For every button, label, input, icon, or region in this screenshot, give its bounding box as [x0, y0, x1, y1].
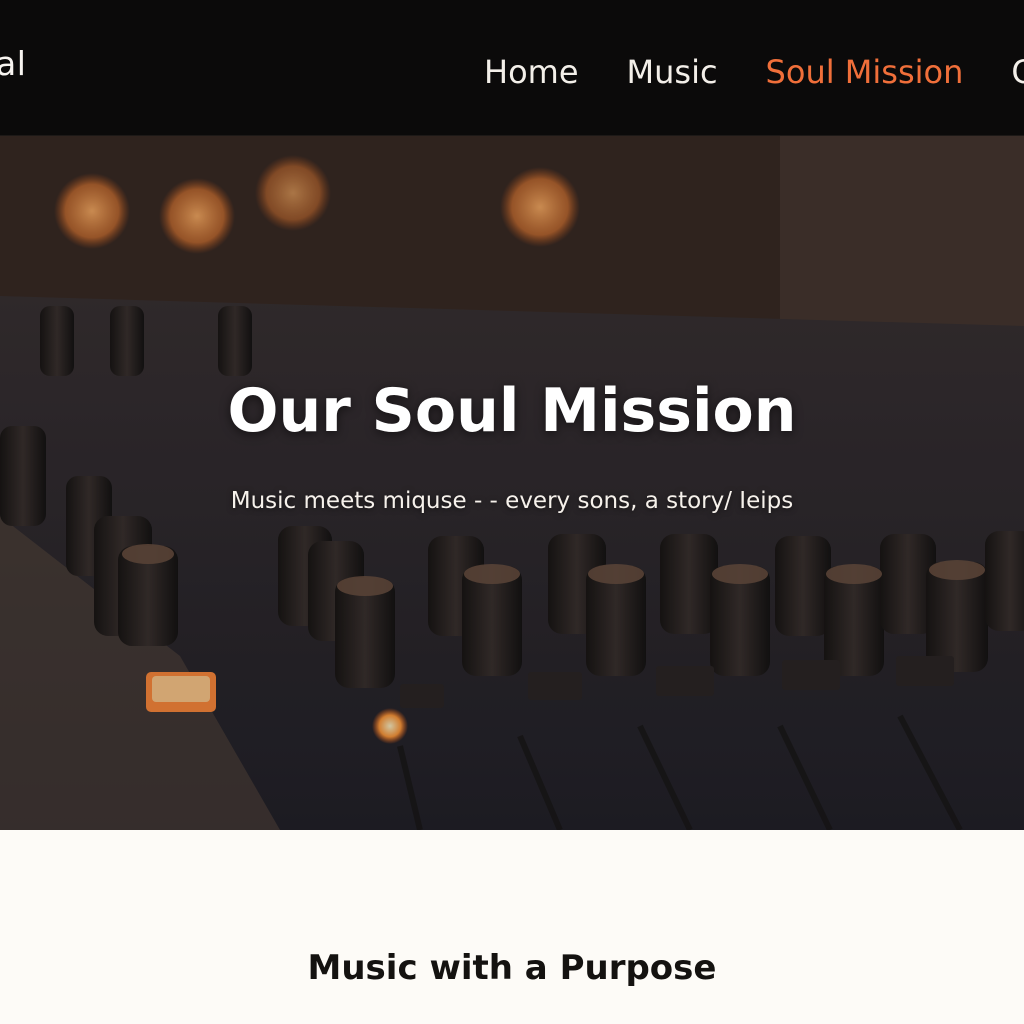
top-navbar: al Home Music Soul Mission C: [0, 0, 1024, 136]
mixing-console-image: [0, 136, 1024, 830]
nav-contact[interactable]: C: [1011, 52, 1024, 92]
hero-banner: Our Soul Mission Music meets miquse - - …: [0, 136, 1024, 830]
purpose-section: Music with a Purpose: [0, 830, 1024, 1024]
hero-subtitle: Music meets miquse - - every sons, a sto…: [230, 488, 794, 514]
brand-logo[interactable]: al: [0, 44, 26, 83]
nav-home[interactable]: Home: [484, 52, 579, 92]
hero-title: Our Soul Mission: [227, 376, 797, 446]
nav-soul-mission[interactable]: Soul Mission: [766, 52, 964, 92]
main-nav: Home Music Soul Mission C: [484, 52, 1024, 92]
nav-music[interactable]: Music: [627, 52, 718, 92]
section-heading: Music with a Purpose: [307, 948, 717, 988]
